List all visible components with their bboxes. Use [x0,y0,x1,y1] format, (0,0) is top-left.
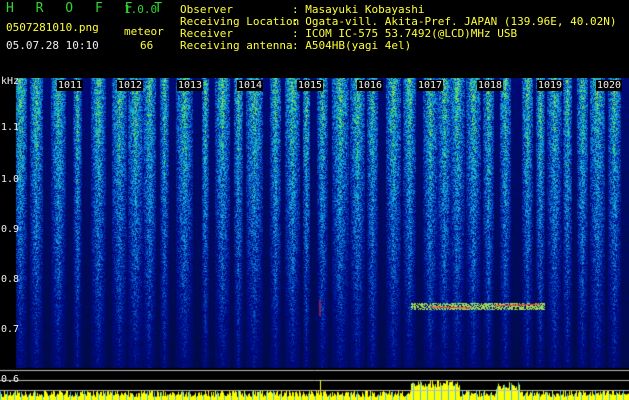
time-tick-label: 1012 [117,80,144,91]
y-tick-label: 1.0 [1,174,20,185]
time-tick-label: 1017 [417,80,444,91]
y-unit-label: kHz [1,76,20,87]
datetime: 05.07.28 10:10 [6,39,99,52]
y-tick-label: 0.6 [1,374,20,385]
antenna-label: Receiving antenna [180,39,293,52]
time-tick-label: 1018 [477,80,504,91]
spectrogram-canvas [0,78,629,400]
time-tick-label: 1016 [357,80,384,91]
time-tick-label: 1014 [237,80,264,91]
time-tick-label: 1019 [537,80,564,91]
app-version: 1.0.0 [124,3,158,16]
header-panel: H R O F F T 1.0.0 0507281010.png meteor … [0,0,629,78]
time-tick-label: 1011 [57,80,84,91]
time-tick-label: 1013 [177,80,204,91]
file-name: 0507281010.png [6,21,99,34]
y-tick-label: 0.8 [1,274,20,285]
y-tick-label: 0.7 [1,324,20,335]
meteor-count: 66 [140,39,154,52]
time-tick-label: 1015 [297,80,324,91]
time-tick-label: 1020 [596,80,623,91]
y-tick-label: 1.1 [1,122,20,133]
antenna-value: : A504HB(yagi 4el) [292,39,412,52]
mode-label: meteor [124,25,164,38]
y-tick-label: 0.9 [1,224,20,235]
